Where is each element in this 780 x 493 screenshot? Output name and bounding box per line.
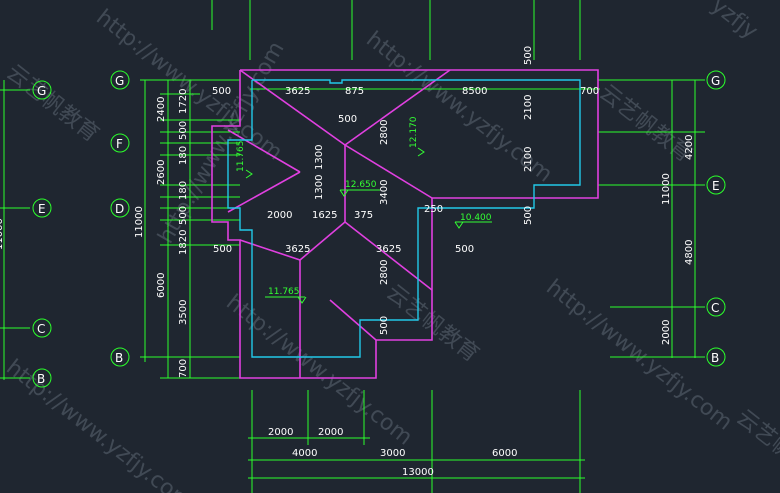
- elevation-label: 11.765: [268, 287, 300, 297]
- elevation-label: 12.650: [345, 180, 377, 190]
- dim-text: 500: [178, 121, 189, 140]
- dim-text: 1300: [314, 175, 325, 200]
- dim-text: 4200: [684, 135, 695, 160]
- dim-text: 6000: [492, 448, 517, 459]
- dim-text: 500: [455, 244, 474, 255]
- dim-text: 3500: [178, 300, 189, 325]
- dim-text: 1300: [314, 145, 325, 170]
- dim-text: 180: [178, 181, 189, 200]
- dim-text: 2000: [318, 427, 343, 438]
- dim-text: 875: [345, 86, 364, 97]
- axis-label: G: [711, 74, 720, 88]
- axis-label: B: [711, 351, 719, 365]
- dim-text: 250: [424, 204, 443, 215]
- axis-label: E: [712, 179, 720, 193]
- dim-text: 4000: [292, 448, 317, 459]
- dim-text: 700: [178, 359, 189, 378]
- axis-label: B: [37, 372, 45, 386]
- roof-plan-drawing: http://www.yzfjy.com http://www.yzfjy.co…: [0, 0, 780, 493]
- elevation-label: 11.765: [236, 141, 246, 173]
- axis-label: C: [37, 322, 45, 336]
- dim-text: 11000: [661, 173, 672, 205]
- elevation-label: 12.170: [409, 116, 419, 148]
- axis-label: G: [37, 84, 46, 98]
- dim-text: 2600: [156, 160, 167, 185]
- dim-text: 3625: [285, 244, 310, 255]
- dim-text: 1625: [312, 210, 337, 221]
- axis-label: G: [115, 74, 124, 88]
- dim-text: 2100: [523, 147, 534, 172]
- axis-label: F: [116, 137, 123, 151]
- dim-text: 11000: [0, 218, 5, 250]
- dim-text: 8500: [462, 86, 487, 97]
- dim-text: 500: [178, 206, 189, 225]
- dim-text: 1820: [178, 230, 189, 255]
- dim-text: 13000: [402, 467, 434, 478]
- dim-text: 2800: [379, 260, 390, 285]
- axis-label: B: [115, 351, 123, 365]
- dim-text: 375: [354, 210, 373, 221]
- dim-text: 3000: [380, 448, 405, 459]
- dim-text: 3625: [285, 86, 310, 97]
- dim-text: 2400: [156, 97, 167, 122]
- dim-text: 500: [379, 316, 390, 335]
- dim-text: 500: [212, 86, 231, 97]
- dim-text: 3400: [379, 180, 390, 205]
- dim-text: 180: [178, 146, 189, 165]
- dim-text: 500: [338, 114, 357, 125]
- dim-text: 700: [580, 86, 599, 97]
- dim-text: 2000: [267, 210, 292, 221]
- dim-text: 2000: [661, 320, 672, 345]
- dim-text: 500: [523, 206, 534, 225]
- axis-label: E: [38, 202, 46, 216]
- dim-text: 4800: [684, 240, 695, 265]
- dim-text: 500: [523, 46, 534, 65]
- dim-text: 500: [213, 244, 232, 255]
- axis-label: C: [711, 301, 719, 315]
- dim-text: 2100: [523, 95, 534, 120]
- dim-text: 2000: [268, 427, 293, 438]
- dim-text: 3625: [376, 244, 401, 255]
- axis-label: D: [115, 202, 124, 216]
- dim-text: 2800: [379, 120, 390, 145]
- dim-text: 11000: [134, 206, 145, 238]
- dim-text: 1720: [178, 89, 189, 114]
- dim-text: 6000: [156, 273, 167, 298]
